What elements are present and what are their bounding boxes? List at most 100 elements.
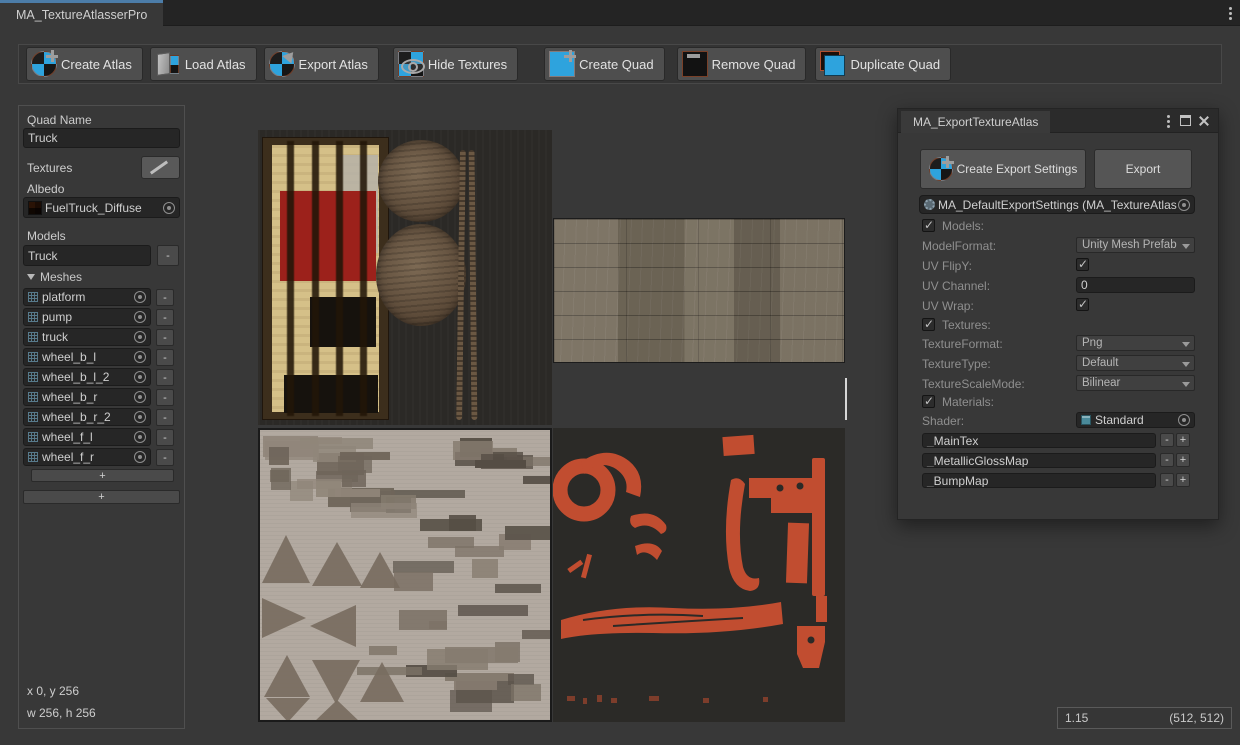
duplicate-quad-button[interactable]: Duplicate Quad (815, 47, 951, 81)
export-window-tab[interactable]: MA_ExportTextureAtlas (901, 111, 1050, 133)
plate-decal (454, 678, 497, 690)
uv-flipy-checkbox[interactable] (1076, 258, 1089, 271)
add-property-button[interactable]: + (1176, 453, 1190, 467)
texture-scale-mode-dropdown[interactable]: Bilinear (1076, 375, 1195, 391)
window-menu-icon[interactable] (1229, 7, 1232, 10)
object-picker-icon[interactable] (134, 311, 146, 323)
mesh-object-field[interactable]: wheel_b_r_2 (23, 408, 151, 426)
zoom-level: 1.15 (1065, 711, 1088, 725)
mesh-object-field[interactable]: pump (23, 308, 151, 326)
meshes-foldout[interactable]: Meshes (27, 270, 82, 284)
remove-mesh-button[interactable]: - (156, 389, 174, 406)
button-label: Create Quad (579, 57, 653, 72)
object-picker-icon[interactable] (134, 411, 146, 423)
export-settings-object-field[interactable]: MA_DefaultExportSettings (MA_TextureAtla… (919, 195, 1195, 214)
add-mesh-button[interactable]: + (31, 469, 174, 482)
materials-checkbox[interactable] (922, 395, 935, 408)
button-label: Duplicate Quad (850, 57, 940, 72)
create-atlas-button[interactable]: Create Atlas (26, 47, 143, 81)
add-property-button[interactable]: + (1176, 433, 1190, 447)
models-checkbox[interactable] (922, 219, 935, 232)
material-property-field[interactable]: _MainTex (922, 433, 1156, 448)
remove-property-button[interactable]: - (1160, 433, 1174, 447)
quad-plates-texture[interactable] (258, 428, 552, 722)
object-picker-icon[interactable] (134, 291, 146, 303)
uv-wrap-checkbox[interactable] (1076, 298, 1089, 311)
quad-wood-texture[interactable] (553, 218, 845, 363)
scriptable-object-icon (924, 199, 935, 210)
create-quad-icon (549, 51, 575, 77)
object-picker-icon[interactable] (134, 451, 146, 463)
mesh-name: truck (42, 330, 68, 344)
plate-decal (351, 503, 417, 518)
plate-decal (312, 660, 360, 704)
object-picker-icon[interactable] (1178, 414, 1190, 426)
add-property-button[interactable]: + (1176, 473, 1190, 487)
remove-property-button[interactable]: - (1160, 453, 1174, 467)
object-picker-icon[interactable] (163, 202, 175, 214)
mesh-object-field[interactable]: truck (23, 328, 151, 346)
export-menu-icon[interactable] (1167, 115, 1170, 118)
atlas-size: (512, 512) (1169, 711, 1224, 725)
remove-mesh-button[interactable]: - (156, 349, 174, 366)
dropdown-value: Bilinear (1082, 377, 1120, 389)
remove-mesh-button[interactable]: - (156, 429, 174, 446)
plate-decal (262, 598, 306, 638)
mesh-name: pump (42, 310, 72, 324)
remove-mesh-button[interactable]: - (156, 409, 174, 426)
object-picker-icon[interactable] (134, 331, 146, 343)
object-picker-icon[interactable] (134, 391, 146, 403)
quad-name-input[interactable]: Truck (23, 128, 180, 148)
object-picker-icon[interactable] (1178, 199, 1190, 211)
remove-mesh-button[interactable]: - (156, 369, 174, 386)
remove-model-button[interactable]: - (157, 245, 179, 266)
mesh-object-field[interactable]: wheel_b_l (23, 348, 151, 366)
plate-decal (394, 572, 433, 591)
model-field[interactable]: Truck (23, 245, 151, 266)
plate-decal (270, 470, 289, 482)
mesh-object-field[interactable]: wheel_b_l_2 (23, 368, 151, 386)
mesh-object-field[interactable]: platform (23, 288, 151, 306)
model-format-dropdown[interactable]: Unity Mesh Prefab (1076, 237, 1195, 253)
remove-mesh-button[interactable]: - (156, 449, 174, 466)
add-model-button[interactable]: + (23, 490, 180, 504)
quad-eagle-texture[interactable] (553, 428, 845, 722)
quad-fueltruck-texture[interactable] (258, 130, 552, 425)
window-tab[interactable]: MA_TextureAtlasserPro (0, 0, 163, 26)
remove-property-button[interactable]: - (1160, 473, 1174, 487)
texture-atlasser-window: MA_TextureAtlasserPro Create Atlas Load … (0, 0, 1240, 745)
load-atlas-button[interactable]: Load Atlas (150, 47, 257, 81)
texture-format-dropdown[interactable]: Png (1076, 335, 1195, 351)
mesh-object-field[interactable]: wheel_b_r (23, 388, 151, 406)
remove-mesh-button[interactable]: - (156, 309, 174, 326)
material-property-field[interactable]: _MetallicGlossMap (922, 453, 1156, 468)
button-label: Export Atlas (299, 57, 368, 72)
duplicate-quad-icon (820, 51, 846, 77)
quad-edge-marker (845, 378, 847, 420)
textures-section-label: Textures: (942, 318, 991, 332)
shader-object-field[interactable]: Standard (1076, 412, 1195, 428)
plate-decal (310, 437, 342, 444)
albedo-object-field[interactable]: FuelTruck_Diffuse (23, 197, 180, 218)
export-atlas-icon (269, 51, 295, 77)
mesh-object-field[interactable]: wheel_f_r (23, 448, 151, 466)
create-quad-button[interactable]: Create Quad (544, 47, 664, 81)
remove-mesh-button[interactable]: - (156, 289, 174, 306)
object-picker-icon[interactable] (134, 431, 146, 443)
material-property-field[interactable]: _BumpMap (922, 473, 1156, 488)
remove-mesh-button[interactable]: - (156, 329, 174, 346)
uv-channel-input[interactable]: 0 (1076, 277, 1195, 293)
object-picker-icon[interactable] (134, 351, 146, 363)
mesh-object-field[interactable]: wheel_f_l (23, 428, 151, 446)
create-export-settings-button[interactable]: Create Export Settings (920, 149, 1086, 189)
hide-textures-button[interactable]: Hide Textures (393, 47, 518, 81)
export-button[interactable]: Export (1094, 149, 1192, 189)
export-atlas-button[interactable]: Export Atlas (264, 47, 379, 81)
maximize-icon[interactable] (1180, 115, 1191, 126)
edit-textures-button[interactable] (141, 156, 180, 179)
object-picker-icon[interactable] (134, 371, 146, 383)
remove-quad-button[interactable]: Remove Quad (677, 47, 807, 81)
close-icon[interactable] (1198, 115, 1210, 127)
textures-checkbox[interactable] (922, 318, 935, 331)
texture-type-dropdown[interactable]: Default (1076, 355, 1195, 371)
